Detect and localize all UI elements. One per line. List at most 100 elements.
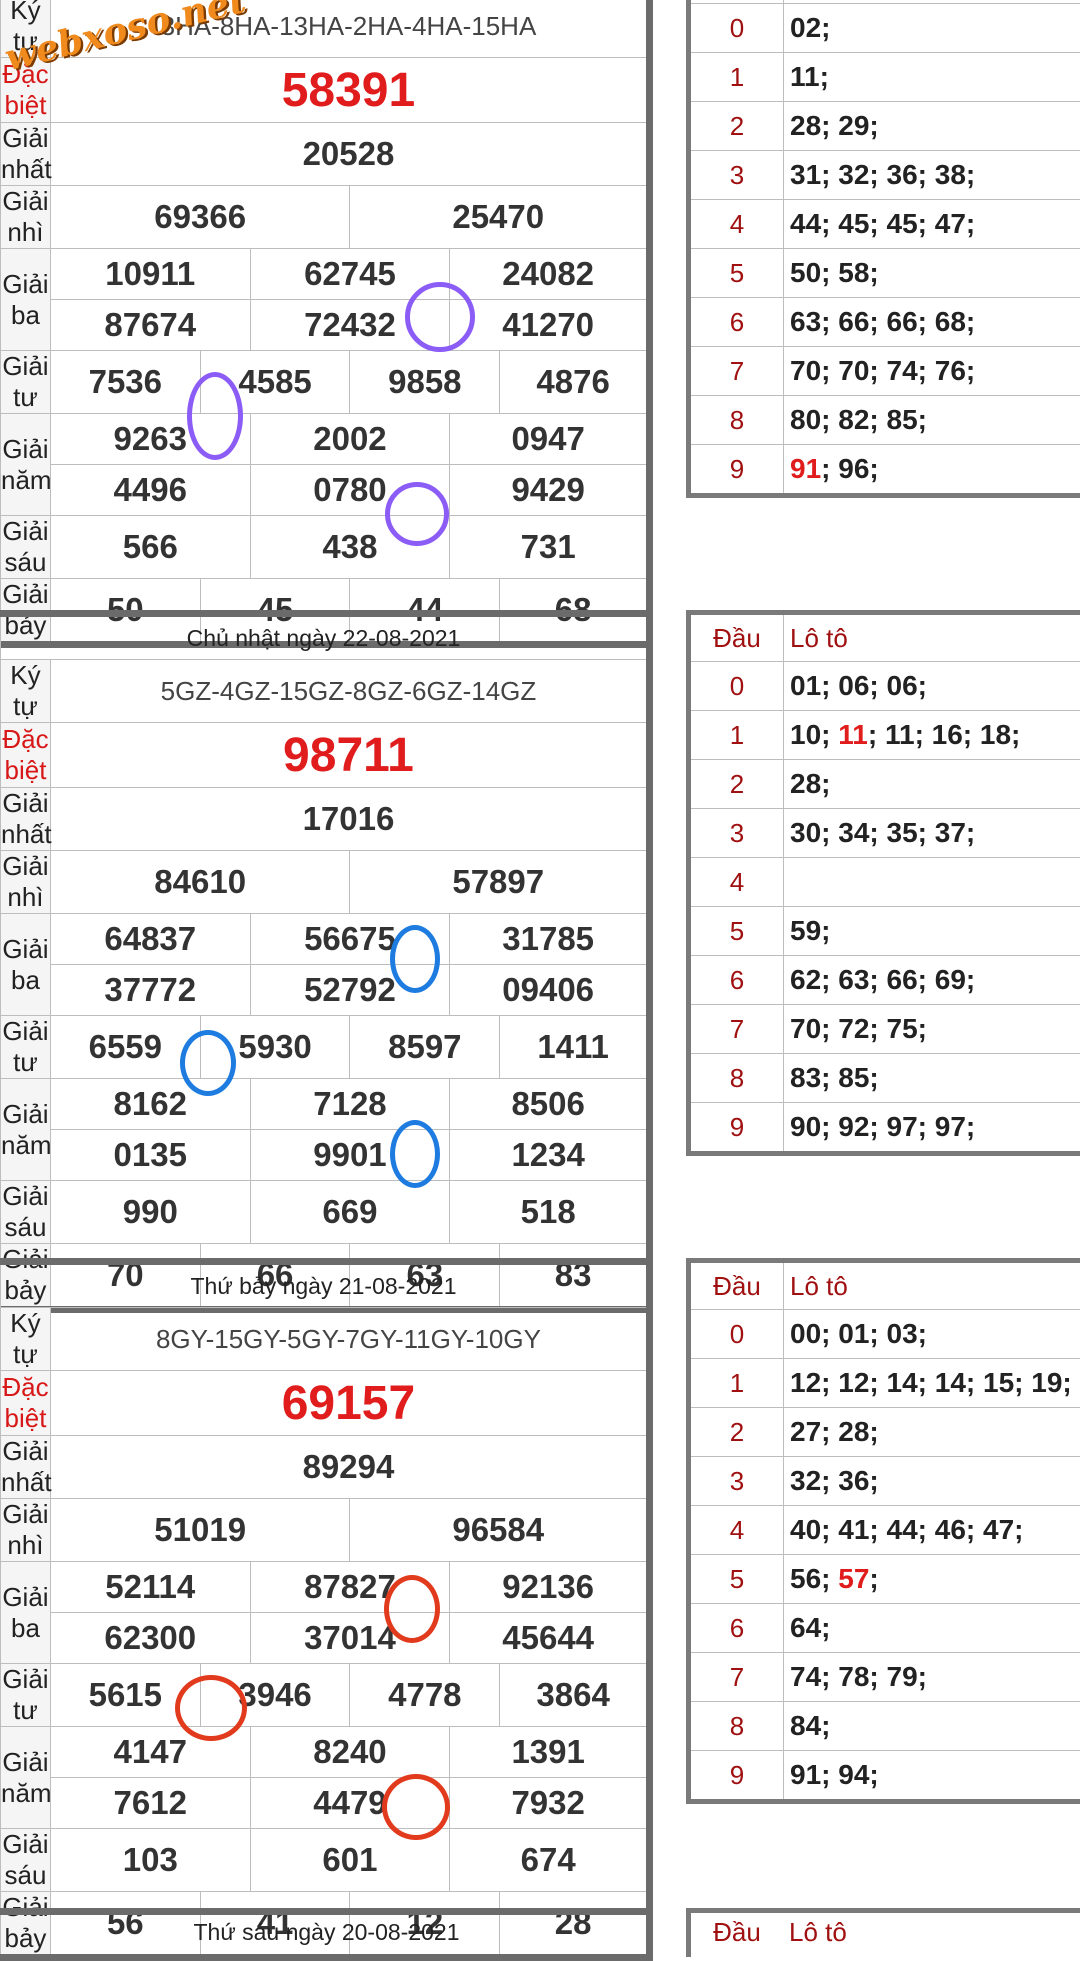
loto-head-digit: 1 xyxy=(689,1359,784,1408)
loto-row: 556; 57; xyxy=(689,1555,1080,1604)
label-giai-nhi: Giải nhì xyxy=(1,851,51,914)
loto-highlight-number: 57 xyxy=(838,1563,869,1594)
loto-values: 62; 63; 66; 69; xyxy=(784,956,1080,1005)
first-prize-number: 20528 xyxy=(50,123,649,186)
loto-row: 227; 28; xyxy=(689,1408,1080,1457)
fifth-prize-number: 8240 xyxy=(250,1727,450,1778)
third-prize-number: 62300 xyxy=(50,1613,250,1664)
fourth-prize-number: 1411 xyxy=(500,1016,650,1079)
loto-row: 990; 92; 97; 97; xyxy=(689,1103,1080,1154)
draw-date: Thứ bảy ngày 21-08-2021 xyxy=(1,1262,650,1308)
label-giai-sau: Giải sáu xyxy=(1,1829,51,1892)
loto-numbers: 74; 78; 79; xyxy=(790,1661,927,1692)
third-prize-number: 64837 xyxy=(50,914,250,965)
loto-row: 991; 94; xyxy=(689,1751,1080,1802)
loto-numbers: 80; 82; 85; xyxy=(790,404,927,435)
loto-values: 40; 41; 44; 46; 47; xyxy=(784,1506,1080,1555)
loto-numbers: 50; 58; xyxy=(790,257,879,288)
second-prize-number: 84610 xyxy=(50,851,350,914)
loto-head-digit: 3 xyxy=(689,1457,784,1506)
loto-numbers: 70; 72; 75; xyxy=(790,1013,927,1044)
loto-row: 110; 11; 11; 16; 18; xyxy=(689,711,1080,760)
loto-numbers: 70; 70; 74; 76; xyxy=(790,355,975,386)
loto-header-dau: Đầu xyxy=(689,1261,784,1310)
label-giai-sau: Giải sáu xyxy=(1,516,51,579)
loto-head-digit: 0 xyxy=(689,662,784,711)
loto-head-digit: 2 xyxy=(689,1408,784,1457)
loto-values: 70; 72; 75; xyxy=(784,1005,1080,1054)
loto-numbers: 64; xyxy=(790,1612,830,1643)
third-prize-number: 52792 xyxy=(250,965,450,1016)
loto-head-digit: 7 xyxy=(689,347,784,396)
loto-numbers: 83; 85; xyxy=(790,1062,879,1093)
loto-row: 550; 58; xyxy=(689,249,1080,298)
loto-numbers: 12; 12; 14; 14; 15; 19; xyxy=(790,1367,1072,1398)
loto-table: ĐầuLô tô002;111;228; 29;331; 32; 36; 38;… xyxy=(686,0,1080,498)
loto-row: 112; 12; 14; 14; 15; 19; xyxy=(689,1359,1080,1408)
sixth-prize-number: 669 xyxy=(250,1181,450,1244)
fifth-prize-number: 1234 xyxy=(450,1130,650,1181)
loto-head-digit: 9 xyxy=(689,1751,784,1802)
second-prize-number: 96584 xyxy=(350,1499,650,1562)
loto-row: 663; 66; 66; 68; xyxy=(689,298,1080,347)
loto-row: 001; 06; 06; xyxy=(689,662,1080,711)
ky-tu-value: 8GY-15GY-5GY-7GY-11GY-10GY xyxy=(50,1308,649,1371)
loto-values: 02; xyxy=(784,4,1080,53)
loto-values: 30; 34; 35; 37; xyxy=(784,809,1080,858)
loto-row: 228; xyxy=(689,760,1080,809)
loto-values: 63; 66; 66; 68; xyxy=(784,298,1080,347)
sixth-prize-number: 103 xyxy=(50,1829,250,1892)
sixth-prize-number: 518 xyxy=(450,1181,650,1244)
loto-values: 01; 06; 06; xyxy=(784,662,1080,711)
label-giai-tu: Giải tư xyxy=(1,351,51,414)
second-prize-number: 51019 xyxy=(50,1499,350,1562)
loto-values xyxy=(784,858,1080,907)
loto-values: 12; 12; 14; 14; 15; 19; xyxy=(784,1359,1080,1408)
third-prize-number: 87827 xyxy=(250,1562,450,1613)
fourth-prize-number: 4876 xyxy=(500,351,650,414)
loto-highlight-number: 91 xyxy=(790,453,821,484)
loto-head-digit: 0 xyxy=(689,1310,784,1359)
loto-row: 111; xyxy=(689,53,1080,102)
loto-values: 91; 96; xyxy=(784,445,1080,496)
loto-row: 770; 72; 75; xyxy=(689,1005,1080,1054)
fifth-prize-number: 0947 xyxy=(450,414,650,465)
loto-numbers: 27; 28; xyxy=(790,1416,879,1447)
first-prize-number: 89294 xyxy=(50,1436,649,1499)
loto-head-digit: 1 xyxy=(689,711,784,760)
third-prize-number: 52114 xyxy=(50,1562,250,1613)
special-prize-number: 58391 xyxy=(50,58,649,123)
loto-numbers: 44; 45; 45; 47; xyxy=(790,208,975,239)
label-ky-tu: Ký tự xyxy=(1,660,51,723)
loto-row: 770; 70; 74; 76; xyxy=(689,347,1080,396)
loto-values: 64; xyxy=(784,1604,1080,1653)
loto-row: 000; 01; 03; xyxy=(689,1310,1080,1359)
fifth-prize-number: 7128 xyxy=(250,1079,450,1130)
third-prize-number: 09406 xyxy=(450,965,650,1016)
loto-numbers: 28; 29; xyxy=(790,110,879,141)
label-giai-tu: Giải tư xyxy=(1,1016,51,1079)
loto-head-digit: 5 xyxy=(689,1555,784,1604)
fifth-prize-number: 9429 xyxy=(450,465,650,516)
fifth-prize-number: 9263 xyxy=(50,414,250,465)
loto-numbers: ; xyxy=(869,1563,878,1594)
label-giai-nam: Giải năm xyxy=(1,1079,51,1181)
loto-row: 440; 41; 44; 46; 47; xyxy=(689,1506,1080,1555)
fourth-prize-number: 4585 xyxy=(200,351,350,414)
label-giai-nhat: Giải nhất xyxy=(1,123,51,186)
loto-row: 883; 85; xyxy=(689,1054,1080,1103)
loto-row: 664; xyxy=(689,1604,1080,1653)
loto-numbers: 91; 94; xyxy=(790,1759,879,1790)
loto-head-digit: 4 xyxy=(689,858,784,907)
loto-row: 4 xyxy=(689,858,1080,907)
loto-header-dau: Đầu xyxy=(691,1917,783,1948)
loto-numbers: 84; xyxy=(790,1710,830,1741)
loto-numbers: 00; 01; 03; xyxy=(790,1318,927,1349)
loto-head-digit: 3 xyxy=(689,809,784,858)
third-prize-number: 45644 xyxy=(450,1613,650,1664)
loto-row: 330; 34; 35; 37; xyxy=(689,809,1080,858)
loto-numbers: ; 96; xyxy=(821,453,879,484)
fourth-prize-number: 7536 xyxy=(50,351,200,414)
loto-row: 662; 63; 66; 69; xyxy=(689,956,1080,1005)
loto-row: 228; 29; xyxy=(689,102,1080,151)
